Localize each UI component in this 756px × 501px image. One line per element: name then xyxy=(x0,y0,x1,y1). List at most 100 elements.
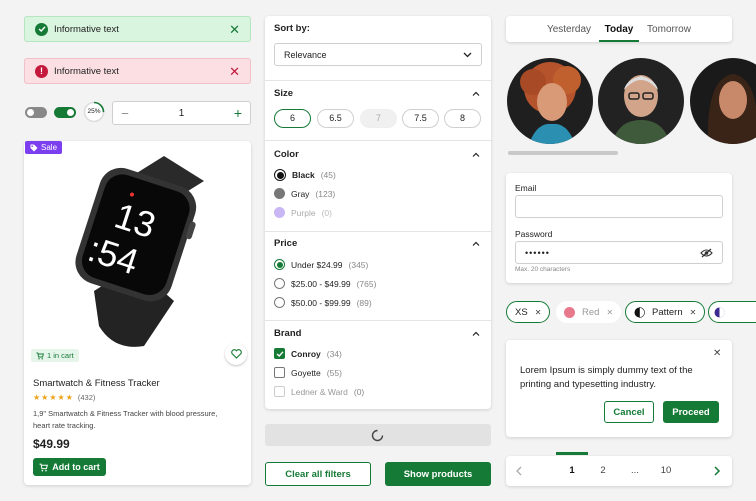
loading-bar xyxy=(265,424,491,446)
chevron-up-icon[interactable] xyxy=(471,239,481,249)
color-option-purple[interactable]: Purple (0) xyxy=(274,207,332,218)
color-option-black[interactable]: Black (45) xyxy=(274,169,336,181)
color-option-gray[interactable]: Gray (123) xyxy=(274,188,335,199)
chevron-down-icon xyxy=(463,52,472,57)
chevron-right-icon[interactable] xyxy=(713,466,721,476)
product-name[interactable]: Smartwatch & Fitness Tracker xyxy=(33,378,160,389)
chip-xs[interactable]: XS ✕ xyxy=(506,301,551,323)
cart-icon xyxy=(39,463,49,471)
email-field[interactable] xyxy=(515,195,723,218)
chevron-up-icon[interactable] xyxy=(471,89,481,99)
brand-option[interactable]: Ledner & Ward (0) xyxy=(274,386,364,397)
toggle-on[interactable] xyxy=(54,107,76,118)
close-icon[interactable]: ✕ xyxy=(535,308,542,317)
size-option[interactable]: 6.5 xyxy=(317,109,354,128)
progress-ring: 25% xyxy=(83,101,105,123)
show-products-button[interactable]: Show products xyxy=(385,462,491,486)
proceed-button[interactable]: Proceed xyxy=(663,401,719,423)
rating-count: (432) xyxy=(77,393,96,402)
error-toast: ! Informative text ✕ xyxy=(24,58,251,84)
toggle-off[interactable] xyxy=(25,107,47,118)
chip-red[interactable]: Red ✕ xyxy=(556,301,622,323)
tab-tomorrow[interactable]: Tomorrow xyxy=(642,24,696,35)
carousel-scrollbar[interactable] xyxy=(508,151,618,155)
filter-panel: Sort by: Relevance Size 6 6.5 7 7.5 8 Co… xyxy=(265,16,491,409)
chevron-up-icon[interactable] xyxy=(471,150,481,160)
checkbox-checked[interactable] xyxy=(274,348,285,359)
price-option[interactable]: $50.00 - $99.99 (89) xyxy=(274,297,372,308)
page-link[interactable]: 1 xyxy=(562,465,582,476)
size-option[interactable]: 7 xyxy=(360,109,397,128)
size-option[interactable]: 6 xyxy=(274,109,311,128)
color-swatch xyxy=(564,306,575,318)
avatar[interactable] xyxy=(690,58,756,144)
avatar[interactable] xyxy=(598,58,684,144)
size-option[interactable]: 7.5 xyxy=(402,109,439,128)
tab-yesterday[interactable]: Yesterday xyxy=(540,24,598,35)
eye-off-icon[interactable] xyxy=(700,248,713,258)
color-title: Color xyxy=(274,149,299,160)
product-card: Sale 13 :54 1 in cart Smartwatch & Fitne… xyxy=(24,141,251,485)
add-to-cart-button[interactable]: Add to cart xyxy=(33,458,106,476)
chip-partial[interactable] xyxy=(708,301,756,323)
chevron-left-icon[interactable] xyxy=(515,466,523,476)
page-link[interactable]: 10 xyxy=(656,465,676,476)
active-tab-indicator xyxy=(599,40,639,42)
page-ellipsis: ... xyxy=(631,465,639,476)
cart-icon xyxy=(36,352,44,359)
avatar-carousel xyxy=(506,56,756,156)
product-description: 1,9" Smartwatch & Fitness Tracker with b… xyxy=(33,409,218,430)
success-toast-text: Informative text xyxy=(54,23,119,35)
checkbox[interactable] xyxy=(274,386,285,397)
chevron-up-icon[interactable] xyxy=(471,329,481,339)
stepper-minus-button[interactable]: − xyxy=(113,106,137,121)
sort-select[interactable]: Relevance xyxy=(274,43,482,66)
clear-filters-button[interactable]: Clear all filters xyxy=(265,462,371,486)
radio-button[interactable] xyxy=(274,259,285,270)
login-form: Email Password •••••• Max. 20 characters xyxy=(506,173,732,283)
color-swatch xyxy=(274,169,286,181)
radio-button[interactable] xyxy=(274,297,285,308)
wishlist-button[interactable] xyxy=(225,343,247,365)
pagination: 1 2 ... 10 xyxy=(506,452,732,486)
brand-option[interactable]: Conroy (34) xyxy=(274,348,342,359)
pattern-swatch-icon xyxy=(634,306,645,318)
progress-label: 25% xyxy=(87,108,101,115)
active-page-indicator xyxy=(556,452,588,455)
cancel-button[interactable]: Cancel xyxy=(604,401,654,423)
tab-today[interactable]: Today xyxy=(599,24,639,35)
password-hint: Max. 20 characters xyxy=(515,266,571,273)
size-option[interactable]: 8 xyxy=(444,109,481,128)
product-price: $49.99 xyxy=(33,437,70,451)
close-icon[interactable]: ✕ xyxy=(690,308,697,317)
pattern-swatch-icon xyxy=(714,307,725,317)
sort-label: Sort by: xyxy=(274,23,310,34)
page-link[interactable]: 2 xyxy=(593,465,613,476)
star-rating: ★★★★★ xyxy=(33,393,74,402)
size-title: Size xyxy=(274,88,294,99)
rating: ★★★★★ (432) xyxy=(33,393,95,402)
product-image: 13 :54 xyxy=(54,151,224,351)
close-icon[interactable]: ✕ xyxy=(713,348,721,359)
close-icon[interactable]: ✕ xyxy=(606,308,613,317)
brand-option[interactable]: Goyette (55) xyxy=(274,367,342,378)
price-option[interactable]: $25.00 - $49.99 (765) xyxy=(274,278,376,289)
spinner-icon xyxy=(371,429,384,442)
stepper-value[interactable]: 1 xyxy=(137,108,226,119)
quantity-stepper: − 1 + xyxy=(112,101,251,125)
alert-circle-icon: ! xyxy=(35,64,48,78)
radio-button[interactable] xyxy=(274,278,285,289)
in-cart-badge: 1 in cart xyxy=(31,349,79,362)
check-circle-icon xyxy=(35,22,48,36)
close-icon[interactable]: ✕ xyxy=(229,65,240,78)
stepper-plus-button[interactable]: + xyxy=(226,105,250,121)
checkbox[interactable] xyxy=(274,367,285,378)
price-title: Price xyxy=(274,238,298,249)
avatar[interactable] xyxy=(507,58,593,144)
password-label: Password xyxy=(515,229,553,239)
password-field[interactable]: •••••• xyxy=(515,241,723,264)
color-swatch xyxy=(274,188,285,199)
close-icon[interactable]: ✕ xyxy=(229,23,240,36)
chip-pattern[interactable]: Pattern ✕ xyxy=(625,301,706,323)
price-option[interactable]: Under $24.99 (345) xyxy=(274,259,368,270)
